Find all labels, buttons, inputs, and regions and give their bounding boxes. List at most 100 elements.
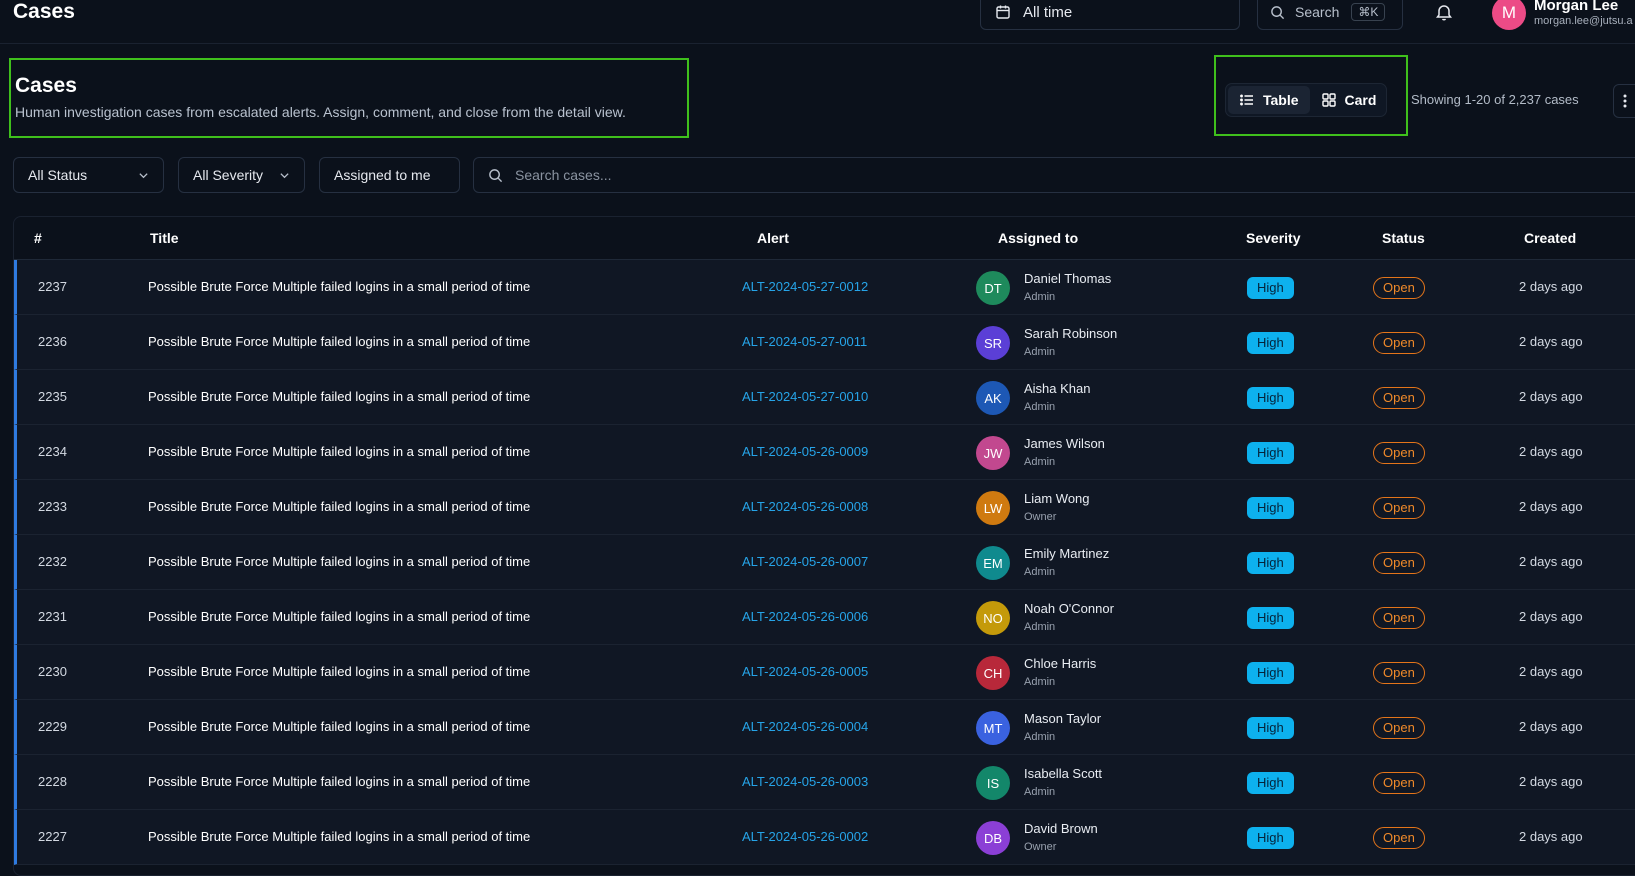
table-row[interactable]: 2233 Possible Brute Force Multiple failed…	[14, 480, 1635, 535]
table-row[interactable]: 2236 Possible Brute Force Multiple failed…	[14, 315, 1635, 370]
assignee-avatar: EM	[976, 546, 1010, 580]
assignee-avatar: NO	[976, 601, 1010, 635]
alert-link[interactable]: ALT-2024-05-26-0009	[742, 444, 868, 459]
alert-link[interactable]: ALT-2024-05-26-0005	[742, 664, 868, 679]
user-avatar[interactable]: M	[1492, 0, 1526, 30]
table-row[interactable]: 2232 Possible Brute Force Multiple failed…	[14, 535, 1635, 590]
created-time: 2 days ago	[1519, 774, 1583, 789]
page-header: Cases Human investigation cases from esc…	[9, 58, 689, 138]
more-options-button[interactable]	[1613, 84, 1635, 118]
table-row[interactable]: 2237 Possible Brute Force Multiple failed…	[14, 260, 1635, 315]
col-header-severity[interactable]: Severity	[1246, 230, 1300, 246]
assigned-to-me-filter[interactable]: Assigned to me	[319, 157, 460, 193]
case-number: 2232	[38, 554, 67, 569]
assignee-name: David Brown	[1024, 821, 1098, 836]
status-badge: Open	[1373, 442, 1425, 464]
view-toggle-group: Table Card	[1214, 55, 1408, 136]
case-number: 2236	[38, 334, 67, 349]
assignee-name: Aisha Khan	[1024, 381, 1091, 396]
assignee-avatar: CH	[976, 656, 1010, 690]
table-row[interactable]: 2234 Possible Brute Force Multiple failed…	[14, 425, 1635, 480]
severity-badge: High	[1247, 497, 1294, 519]
assignee-name: Daniel Thomas	[1024, 271, 1112, 286]
col-header-title[interactable]: Title	[150, 230, 179, 246]
case-search[interactable]	[473, 157, 1635, 193]
card-view-label: Card	[1344, 92, 1377, 108]
status-badge: Open	[1373, 552, 1425, 574]
results-count: Showing 1-20 of 2,237 cases	[1411, 92, 1579, 107]
assignee-avatar: MT	[976, 711, 1010, 745]
severity-badge: High	[1247, 772, 1294, 794]
alert-link[interactable]: ALT-2024-05-26-0003	[742, 774, 868, 789]
table-view-button[interactable]: Table	[1228, 86, 1310, 114]
date-range-button[interactable]: All time	[980, 0, 1240, 30]
alert-link[interactable]: ALT-2024-05-26-0002	[742, 829, 868, 844]
assignee-role: Owner	[1024, 511, 1057, 523]
assignee-avatar: DT	[976, 271, 1010, 305]
col-header-number[interactable]: #	[34, 230, 42, 246]
alert-link[interactable]: ALT-2024-05-27-0011	[742, 334, 867, 349]
table-row[interactable]: 2231 Possible Brute Force Multiple failed…	[14, 590, 1635, 645]
alert-link[interactable]: ALT-2024-05-27-0012	[742, 279, 868, 294]
list-icon	[1240, 94, 1253, 106]
assignee-role: Admin	[1024, 566, 1056, 578]
case-title: Possible Brute Force Multiple failed log…	[148, 499, 531, 514]
created-time: 2 days ago	[1519, 664, 1583, 679]
assignee-avatar: IS	[976, 766, 1010, 800]
status-badge: Open	[1373, 607, 1425, 629]
case-title: Possible Brute Force Multiple failed log…	[148, 444, 531, 459]
assignee-role: Admin	[1024, 676, 1056, 688]
page-title: Cases	[15, 74, 77, 97]
assignee-name: James Wilson	[1024, 436, 1105, 451]
case-number: 2228	[38, 774, 67, 789]
cases-table: # Title Alert Assigned to Severity Statu…	[13, 216, 1635, 876]
alert-link[interactable]: ALT-2024-05-26-0006	[742, 609, 868, 624]
table-row[interactable]: 2228 Possible Brute Force Multiple failed…	[14, 755, 1635, 810]
assignee-name: Sarah Robinson	[1024, 326, 1118, 341]
table-header: # Title Alert Assigned to Severity Statu…	[14, 217, 1635, 260]
assignee-role: Admin	[1024, 456, 1056, 468]
top-bar: Cases All time Search ⌘K M Morgan Lee mo…	[0, 0, 1635, 44]
status-badge: Open	[1373, 717, 1425, 739]
assignee-role: Admin	[1024, 401, 1056, 413]
case-number: 2227	[38, 829, 67, 844]
table-view-label: Table	[1263, 92, 1299, 108]
col-header-assigned[interactable]: Assigned to	[998, 230, 1078, 246]
alert-link[interactable]: ALT-2024-05-26-0007	[742, 554, 868, 569]
search-icon	[489, 168, 503, 182]
chevron-down-icon	[139, 173, 148, 179]
global-search-label: Search	[1295, 4, 1340, 20]
bell-icon[interactable]	[1434, 2, 1454, 22]
created-time: 2 days ago	[1519, 609, 1583, 624]
card-view-button[interactable]: Card	[1310, 86, 1388, 114]
col-header-status[interactable]: Status	[1382, 230, 1425, 246]
grid-icon	[1321, 93, 1336, 107]
status-filter[interactable]: All Status	[13, 157, 164, 193]
case-number: 2234	[38, 444, 67, 459]
search-shortcut: ⌘K	[1351, 3, 1386, 21]
severity-filter[interactable]: All Severity	[178, 157, 305, 193]
col-header-created[interactable]: Created	[1524, 230, 1576, 246]
created-time: 2 days ago	[1519, 334, 1583, 349]
severity-filter-value: All Severity	[193, 167, 264, 183]
status-badge: Open	[1373, 827, 1425, 849]
case-title: Possible Brute Force Multiple failed log…	[148, 389, 531, 404]
table-row[interactable]: 2229 Possible Brute Force Multiple failed…	[14, 700, 1635, 755]
global-search-button[interactable]: Search ⌘K	[1257, 0, 1403, 30]
assignee-role: Admin	[1024, 346, 1056, 358]
table-row[interactable]: 2230 Possible Brute Force Multiple failed…	[14, 645, 1635, 700]
status-filter-value: All Status	[28, 167, 88, 183]
assignee-avatar: DB	[976, 821, 1010, 855]
table-row[interactable]: 2227 Possible Brute Force Multiple failed…	[14, 810, 1635, 865]
case-title: Possible Brute Force Multiple failed log…	[148, 334, 531, 349]
assignee-name: Liam Wong	[1024, 491, 1090, 506]
alert-link[interactable]: ALT-2024-05-27-0010	[742, 389, 868, 404]
table-row[interactable]: 2235 Possible Brute Force Multiple failed…	[14, 370, 1635, 425]
more-vertical-icon	[1623, 94, 1627, 108]
severity-badge: High	[1247, 277, 1294, 299]
case-number: 2231	[38, 609, 67, 624]
alert-link[interactable]: ALT-2024-05-26-0008	[742, 499, 868, 514]
case-search-input[interactable]	[515, 167, 1115, 183]
alert-link[interactable]: ALT-2024-05-26-0004	[742, 719, 868, 734]
col-header-alert[interactable]: Alert	[757, 230, 789, 246]
